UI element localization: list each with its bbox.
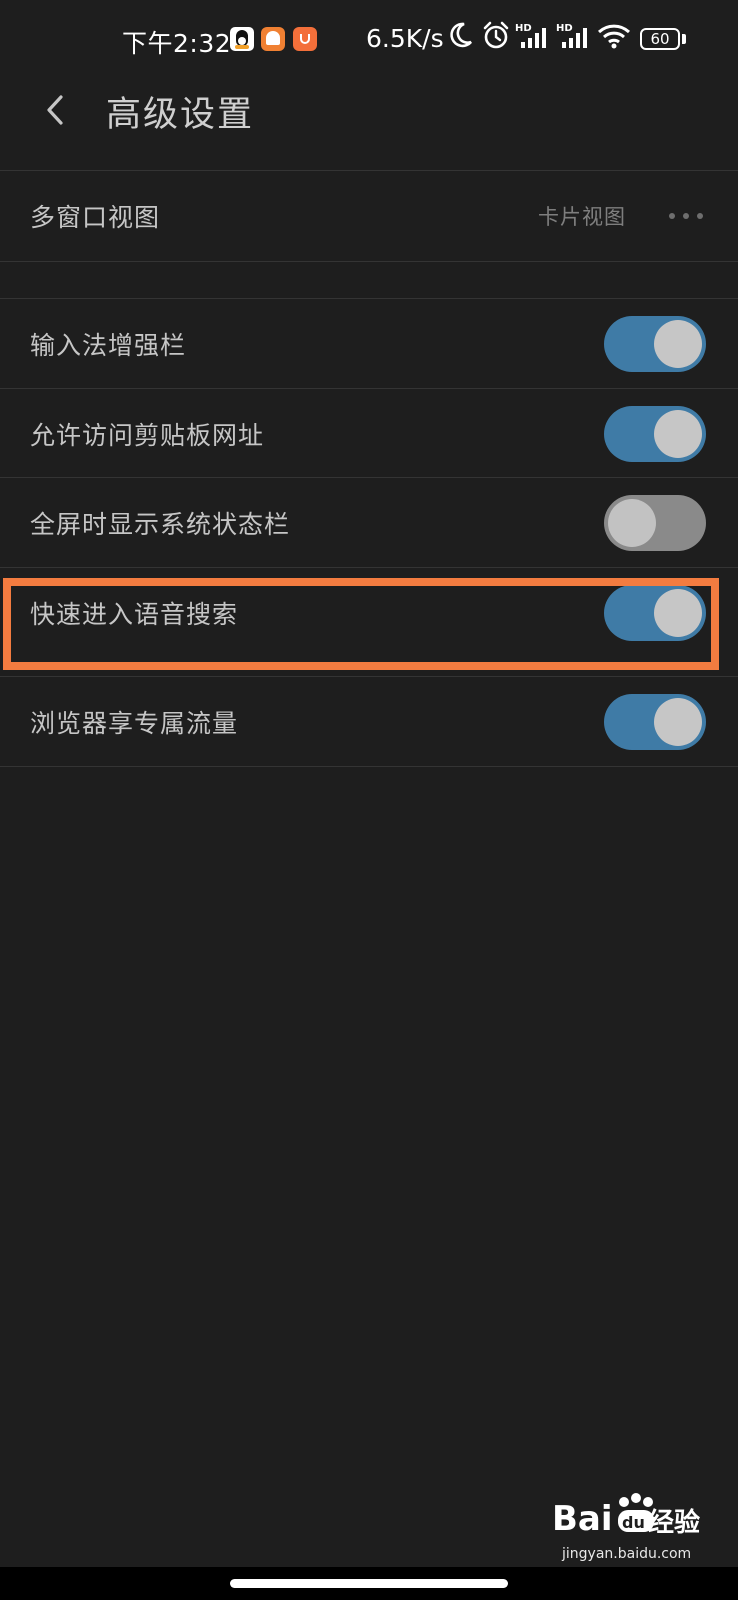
divider: [0, 766, 738, 767]
toggle-switch[interactable]: [604, 495, 706, 551]
svg-text:Bai: Bai: [552, 1499, 613, 1539]
toggle-switch[interactable]: [604, 316, 706, 372]
toggle-label: 浏览器享专属流量: [30, 709, 239, 738]
toggle-switch[interactable]: [604, 585, 706, 641]
toggle-label: 允许访问剪贴板网址: [30, 421, 265, 450]
toggle-knob: [654, 410, 702, 458]
status-bar: 下午2:32 6.5K/s HD HD 60: [0, 0, 738, 80]
toggle-switch[interactable]: [604, 694, 706, 750]
multi-window-label: 多窗口视图: [30, 203, 161, 232]
toggle-knob: [654, 698, 702, 746]
alarm-icon: [483, 21, 509, 49]
battery-nub: [682, 34, 686, 44]
chevron-left-icon: [47, 95, 63, 125]
toggle-label: 快速进入语音搜索: [30, 600, 239, 629]
status-time: 下午2:32: [122, 29, 232, 58]
qq-icon: [230, 27, 254, 51]
toggle-row-input-enhance[interactable]: 输入法增强栏: [0, 299, 738, 389]
home-app-icon: [261, 27, 285, 51]
more-dots-icon[interactable]: [668, 212, 704, 220]
battery-icon: 60: [640, 28, 680, 50]
taobao-icon: [293, 27, 317, 51]
toggle-row-clipboard-url[interactable]: 允许访问剪贴板网址: [0, 389, 738, 479]
svg-text:HD: HD: [515, 23, 532, 34]
signal-icon: HD: [515, 23, 546, 48]
header: 高级设置: [0, 80, 738, 170]
svg-text:du: du: [622, 1513, 645, 1532]
svg-text:HD: HD: [556, 23, 573, 34]
toggle-knob: [608, 499, 656, 547]
home-indicator[interactable]: [230, 1579, 508, 1588]
signal-icon: HD: [556, 23, 587, 48]
toggle-knob: [654, 320, 702, 368]
toggle-row-exclusive-traffic[interactable]: 浏览器享专属流量: [0, 677, 738, 767]
toggle-label: 全屏时显示系统状态栏: [30, 510, 291, 539]
network-speed: 6.5K/s: [366, 24, 444, 53]
wifi-icon: [597, 24, 631, 49]
back-button[interactable]: [30, 80, 80, 140]
multi-window-row[interactable]: 多窗口视图 卡片视图: [0, 171, 738, 261]
toggle-switch[interactable]: [604, 406, 706, 462]
moon-icon: [450, 22, 472, 48]
toggle-row-voice-search[interactable]: 快速进入语音搜索: [0, 568, 738, 658]
page-title: 高级设置: [106, 95, 255, 135]
battery-level: 60: [650, 30, 670, 48]
toggle-row-fullscreen-statusbar[interactable]: 全屏时显示系统状态栏: [0, 478, 738, 568]
divider: [0, 261, 738, 262]
watermark-text: 经验: [648, 1508, 701, 1538]
multi-window-value: 卡片视图: [538, 205, 626, 229]
toggle-label: 输入法增强栏: [30, 331, 187, 360]
watermark-url: jingyan.baidu.com: [562, 1546, 692, 1562]
toggle-knob: [654, 589, 702, 637]
